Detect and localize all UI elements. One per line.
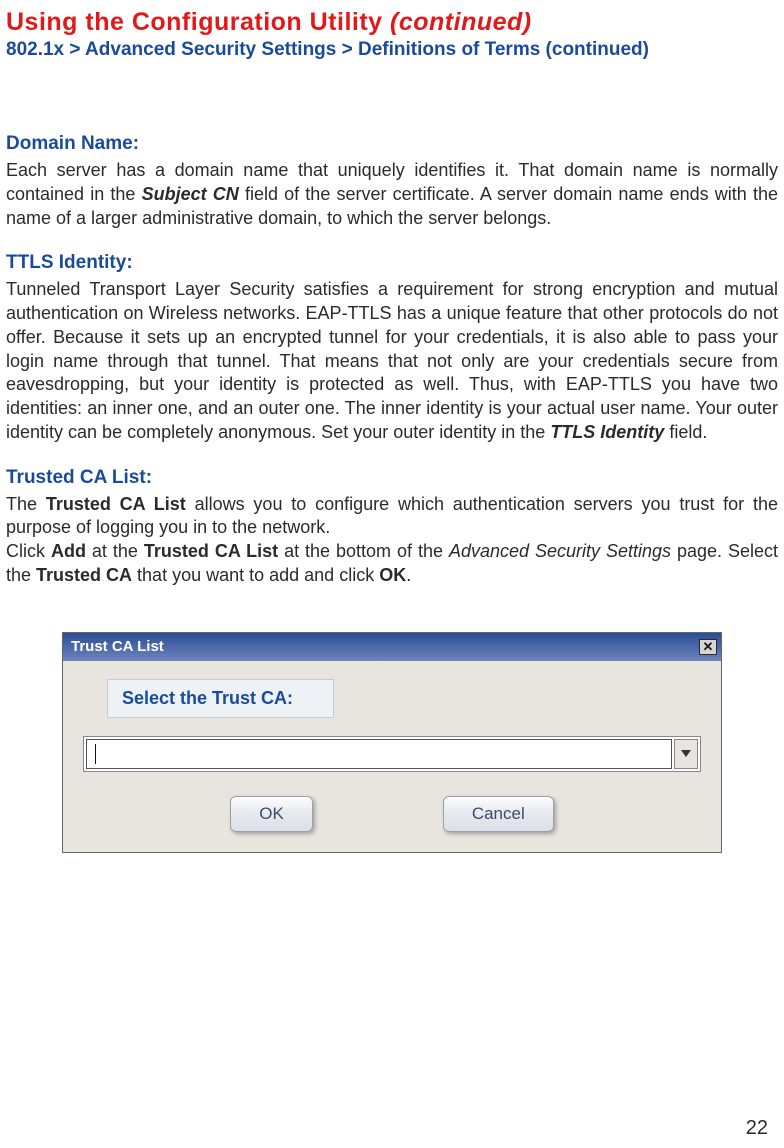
- dialog-title: Trust CA List: [71, 638, 164, 655]
- trusted-ca-term: Trusted CA: [36, 565, 132, 585]
- dialog-body: Select the Trust CA: OK Cancel: [63, 661, 721, 852]
- trusted-ca-list-term: Trusted CA List: [46, 494, 186, 514]
- trusted-ca-list-term-2: Trusted CA List: [144, 541, 278, 561]
- ok-term: OK: [379, 565, 406, 585]
- page-title: Using the Configuration Utility (continu…: [6, 8, 778, 37]
- page-number: 22: [746, 1117, 768, 1140]
- dialog-titlebar[interactable]: Trust CA List ✕: [63, 633, 721, 661]
- text: The: [6, 494, 46, 514]
- trust-ca-dropdown-text[interactable]: [86, 739, 672, 769]
- add-term: Add: [51, 541, 86, 561]
- trust-ca-dropdown-arrow[interactable]: [674, 739, 698, 769]
- page-title-main: Using the Configuration Utility: [6, 8, 390, 36]
- chevron-down-icon: [681, 750, 691, 757]
- close-icon: ✕: [703, 640, 714, 653]
- section-domain-name: Domain Name: Each server has a domain na…: [6, 133, 778, 230]
- heading-domain-name: Domain Name:: [6, 133, 778, 155]
- body-trusted-ca-list: The Trusted CA List allows you to config…: [6, 493, 778, 588]
- text: that you want to add and click: [132, 565, 379, 585]
- select-trust-ca-label: Select the Trust CA:: [107, 679, 334, 718]
- breadcrumb: 802.1x > Advanced Security Settings > De…: [6, 39, 778, 61]
- dialog-button-row: OK Cancel: [83, 796, 701, 832]
- close-button[interactable]: ✕: [699, 639, 717, 655]
- trust-ca-dropdown[interactable]: [83, 736, 701, 772]
- advanced-security-settings-term: Advanced Security Settings: [449, 541, 671, 561]
- page-title-continued: (continued): [390, 8, 532, 36]
- trust-ca-list-dialog: Trust CA List ✕ Select the Trust CA: OK …: [62, 632, 722, 853]
- ttls-identity-term: TTLS Identity: [550, 422, 664, 442]
- section-ttls-identity: TTLS Identity: Tunneled Transport Layer …: [6, 252, 778, 444]
- text: .: [406, 565, 411, 585]
- heading-trusted-ca-list: Trusted CA List:: [6, 467, 778, 489]
- text: at the bottom of the: [278, 541, 449, 561]
- body-ttls-identity: Tunneled Transport Layer Security satisf…: [6, 278, 778, 444]
- ok-button[interactable]: OK: [230, 796, 313, 832]
- section-trusted-ca-list: Trusted CA List: The Trusted CA List all…: [6, 467, 778, 588]
- heading-ttls-identity: TTLS Identity:: [6, 252, 778, 274]
- text: at the: [86, 541, 144, 561]
- text: field.: [664, 422, 707, 442]
- text: Tunneled Transport Layer Security satisf…: [6, 279, 778, 442]
- body-domain-name: Each server has a domain name that uniqu…: [6, 159, 778, 230]
- text: Click: [6, 541, 51, 561]
- subject-cn-term: Subject CN: [142, 184, 239, 204]
- text-caret-icon: [95, 744, 96, 764]
- cancel-button[interactable]: Cancel: [443, 796, 554, 832]
